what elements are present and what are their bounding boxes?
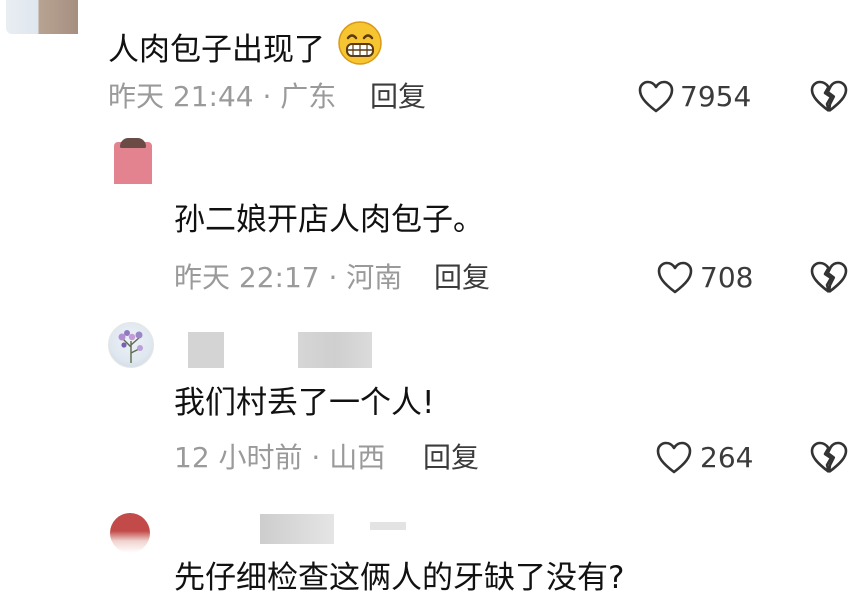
- reply-button[interactable]: 回复: [423, 441, 479, 475]
- comment-text: 我们村丢了一个人!: [174, 385, 435, 421]
- heart-outline-icon[interactable]: [638, 80, 674, 114]
- comment-time-location: 昨天 21:44 · 广东: [108, 80, 337, 113]
- comment-time-location: 昨天 22:17 · 河南: [174, 261, 403, 294]
- broken-heart-icon[interactable]: [810, 441, 848, 475]
- reply-button[interactable]: 回复: [370, 80, 426, 114]
- broken-heart-icon[interactable]: [810, 80, 848, 114]
- like-count: 708: [700, 261, 754, 294]
- reply-button[interactable]: 回复: [434, 261, 490, 295]
- avatar[interactable]: [6, 0, 78, 34]
- comment-time-location: 12 小时前 · 山西: [174, 441, 386, 474]
- avatar[interactable]: [114, 138, 152, 184]
- comment-text: 人肉包子出现了: [108, 20, 383, 70]
- avatar[interactable]: [110, 513, 150, 553]
- blurred-username: [298, 332, 372, 368]
- comment-text: 孙二娘开店人肉包子。: [174, 202, 484, 238]
- blurred-username: [188, 332, 224, 368]
- comment-text: 先仔细检查这俩人的牙缺了没有?: [174, 560, 625, 596]
- like-count: 7954: [680, 80, 752, 113]
- broken-heart-icon[interactable]: [810, 261, 848, 295]
- like-count: 264: [700, 441, 754, 474]
- heart-outline-icon[interactable]: [656, 441, 692, 475]
- grinning-emoji-icon: [337, 20, 383, 66]
- heart-outline-icon[interactable]: [657, 261, 693, 295]
- blurred-username: [260, 514, 334, 544]
- blurred-username: [370, 522, 406, 530]
- avatar[interactable]: [108, 322, 154, 368]
